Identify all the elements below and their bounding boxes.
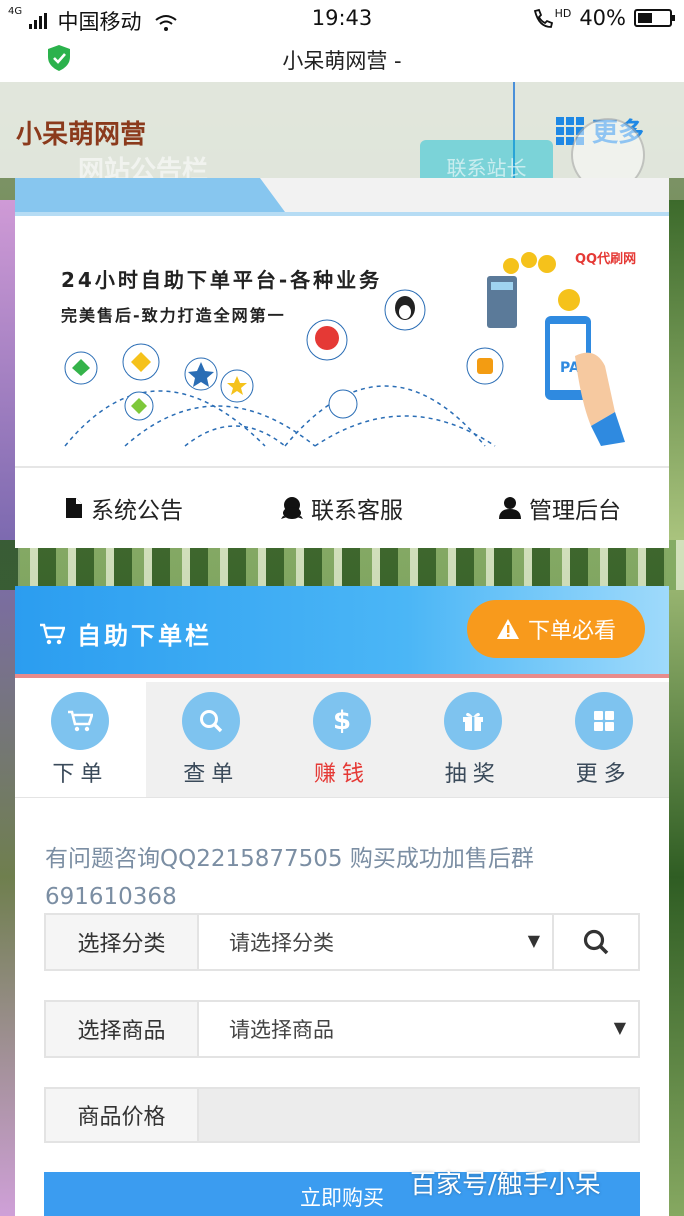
- dropdown-arrow-icon: ▼: [613, 1018, 626, 1037]
- promo-banner[interactable]: 24小时自助下单平台-各种业务 完美售后-致力打造全网第一 QQ代刷网 PAY: [15, 216, 669, 466]
- category-select-value: 请选择分类: [229, 931, 334, 955]
- notice-card-header: [15, 178, 669, 216]
- tab-system-notice-label: 系统公告: [91, 498, 183, 524]
- cart-icon: [40, 623, 65, 644]
- tab-admin-panel[interactable]: 管理后台: [451, 468, 669, 548]
- nav-earn[interactable]: $ 赚钱: [277, 682, 408, 797]
- contact-admin-label: 联系站长: [446, 156, 527, 180]
- order-card-header: 自助下单栏 下单必看: [15, 586, 669, 678]
- tab-contact-support[interactable]: 联系客服: [233, 468, 451, 548]
- nav-order-label: 下单: [52, 762, 109, 787]
- must-read-label: 下单必看: [527, 619, 616, 644]
- price-field: [199, 1089, 638, 1141]
- order-nav: 下单 查单 $ 赚钱 抽奖 更多: [15, 682, 669, 798]
- nav-more-label: 更多: [575, 762, 632, 787]
- phone-hd-icon: [533, 8, 553, 28]
- dollar-icon: $: [312, 692, 371, 750]
- tab-admin-panel-label: 管理后台: [529, 498, 621, 524]
- browser-address-bar[interactable]: 小呆萌网营 -: [0, 36, 684, 82]
- nav-lottery[interactable]: 抽奖: [407, 682, 538, 797]
- gift-icon: [443, 692, 502, 750]
- nav-order[interactable]: 下单: [15, 682, 146, 797]
- nav-query[interactable]: 查单: [146, 682, 277, 797]
- order-card: 自助下单栏 下单必看 下单 查单 $ 赚钱 抽奖 更多 有问题咨询QQ22158…: [15, 586, 669, 1216]
- tab-contact-support-label: 联系客服: [311, 498, 403, 524]
- nav-lottery-label: 抽奖: [444, 762, 501, 787]
- product-label: 选择商品: [46, 1002, 199, 1056]
- notice-tabs: 系统公告 联系客服 管理后台: [15, 466, 669, 548]
- battery-icon: [634, 9, 675, 27]
- product-row: 选择商品 请选择商品 ▼: [44, 1000, 640, 1058]
- price-label: 商品价格: [46, 1089, 199, 1141]
- product-select-value: 请选择商品: [229, 1018, 334, 1042]
- grid-icon: [574, 692, 633, 750]
- support-info-text: 有问题咨询QQ2215877505 购买成功加售后群691610368: [45, 846, 534, 910]
- status-bar: 4G 中国移动 19:43 HD 40%: [0, 0, 684, 36]
- tab-system-notice[interactable]: 系统公告: [15, 468, 233, 548]
- category-label: 选择分类: [46, 915, 199, 969]
- price-row: 商品价格: [44, 1087, 640, 1143]
- category-search-button[interactable]: [552, 915, 638, 969]
- cart-icon: [51, 692, 110, 750]
- order-card-title-wrap: 自助下单栏: [39, 616, 212, 651]
- nav-query-label: 查单: [183, 762, 240, 787]
- category-select[interactable]: 请选择分类 ▼: [199, 915, 552, 969]
- search-icon: [182, 692, 241, 750]
- warning-icon: [496, 619, 519, 639]
- user-icon: [499, 497, 521, 519]
- qq-penguin-icon: [281, 497, 303, 519]
- hd-label: HD: [554, 6, 572, 20]
- page-title: 小呆萌网营 -: [282, 49, 402, 73]
- file-icon: [66, 498, 82, 518]
- nav-earn-label: 赚钱: [313, 762, 370, 787]
- watermark: 百家号/触手小呆: [410, 1170, 601, 1200]
- product-select[interactable]: 请选择商品 ▼: [199, 1002, 638, 1056]
- must-read-button[interactable]: 下单必看: [467, 600, 645, 658]
- search-icon: [583, 929, 609, 955]
- nav-more[interactable]: 更多: [538, 682, 669, 797]
- category-row: 选择分类 请选择分类 ▼: [44, 913, 640, 971]
- dropdown-arrow-icon: ▼: [527, 931, 540, 950]
- banner-illustration: PAY: [64, 252, 625, 447]
- battery-percent: 40%: [579, 6, 626, 30]
- status-right: HD 40%: [531, 6, 675, 30]
- order-card-title: 自助下单栏: [77, 622, 212, 650]
- notice-card: 24小时自助下单平台-各种业务 完美售后-致力打造全网第一 QQ代刷网 PAY …: [15, 178, 669, 548]
